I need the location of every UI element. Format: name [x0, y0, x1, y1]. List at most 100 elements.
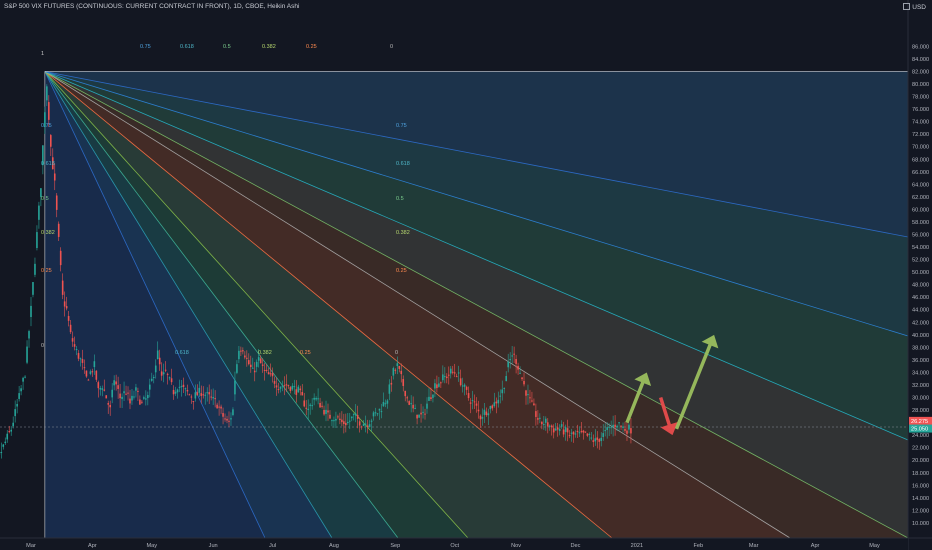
candle-body — [253, 370, 256, 373]
price-tick-label: 38.000 — [912, 345, 929, 351]
candle-body — [91, 371, 94, 373]
candle-body — [249, 364, 252, 368]
currency-selector[interactable]: USD — [903, 3, 926, 11]
candle-body — [248, 360, 250, 365]
fib-label-left: 0 — [41, 343, 44, 349]
candle-body — [505, 376, 507, 382]
candle-body — [89, 371, 92, 374]
candle-body — [333, 420, 335, 422]
price-tick-label: 50.000 — [912, 270, 929, 276]
candle-body — [485, 411, 488, 416]
candle-body — [604, 430, 606, 432]
price-tick-label: 28.000 — [912, 408, 929, 414]
fib-label-left: 0.382 — [41, 230, 55, 236]
candle-body — [521, 377, 523, 380]
price-tick-label: 62.000 — [912, 195, 929, 201]
price-tick-label: 10.000 — [912, 521, 929, 527]
fib-label-mid: 0.5 — [396, 196, 404, 202]
candle-body — [291, 385, 294, 390]
candle-body — [596, 437, 599, 440]
candle-body — [489, 405, 492, 410]
candle-body — [160, 371, 163, 376]
candle-body — [158, 357, 161, 365]
fib-label-inner: 0 — [395, 350, 398, 356]
candle-body — [578, 432, 581, 434]
candle-body — [412, 404, 414, 409]
candle-body — [168, 377, 171, 379]
candle-body — [394, 369, 397, 371]
candle-body — [481, 417, 484, 419]
candle-body — [63, 301, 66, 307]
candle-body — [192, 401, 195, 403]
time-tick-label: 2021 — [631, 543, 643, 549]
candle-body — [323, 409, 325, 415]
candle-body — [616, 425, 618, 428]
candle-body — [166, 373, 169, 375]
candle-body — [257, 357, 260, 361]
candle-body — [121, 396, 123, 400]
candle-body — [172, 389, 175, 395]
candle-body — [162, 372, 165, 375]
candle-body — [396, 363, 399, 367]
candle-body — [263, 369, 266, 371]
candle-body — [350, 416, 353, 419]
candle-body — [111, 389, 113, 398]
price-chart[interactable]: 0.75 0.618 0.5 0.382 0.25 0 0.75 0.618 0.5 0.382 0… — [0, 0, 932, 550]
candle-body — [471, 400, 474, 402]
candle-body — [335, 418, 337, 421]
candle-body — [129, 398, 131, 404]
price-axis[interactable]: 86.000 84.000 82.000 80.000 78.000 76.000 74.0… — [907, 0, 932, 550]
candle-body — [216, 404, 218, 409]
candle-body — [384, 403, 387, 405]
candle-body — [236, 364, 238, 373]
price-tick-label: 70.000 — [912, 145, 929, 151]
candle-body — [277, 389, 280, 391]
candle-body — [562, 429, 565, 435]
price-tick-label: 54.000 — [912, 245, 929, 251]
candle-body — [535, 411, 537, 417]
candle-body — [461, 385, 464, 387]
candle-body — [509, 358, 511, 361]
candle-body — [186, 390, 189, 392]
fib-label-left: 0.618 — [41, 161, 55, 167]
candle-body — [285, 384, 288, 386]
candle-body — [2, 444, 5, 447]
candle-body — [79, 358, 82, 360]
candle-body — [543, 424, 545, 426]
price-tick-label: 46.000 — [912, 295, 929, 301]
candle-body — [493, 402, 496, 407]
candle-body — [275, 385, 278, 388]
candle-body — [299, 388, 302, 391]
candle-body — [402, 379, 405, 386]
time-axis[interactable]: Mar Apr May Jun Jul Aug Sep Oct Nov Dec 2021 Feb Mar… — [0, 537, 932, 550]
candle-body — [238, 350, 240, 360]
candle-body — [418, 414, 420, 418]
candle-body — [206, 392, 209, 394]
candle-body — [382, 401, 385, 407]
candle-body — [477, 409, 480, 412]
candle-body — [194, 392, 197, 399]
candle-body — [475, 403, 478, 406]
candle-body — [356, 414, 359, 419]
candle-body — [347, 421, 349, 424]
fib-label-top: 0.618 — [180, 44, 194, 50]
candle-body — [628, 424, 630, 430]
candle-body — [184, 388, 187, 390]
candle-body — [360, 426, 363, 428]
candle-body — [242, 350, 244, 352]
candle-body — [87, 379, 90, 381]
candle-body — [586, 433, 589, 436]
candle-body — [451, 371, 454, 373]
candle-body — [436, 384, 438, 389]
candle-body — [368, 424, 371, 428]
candle-body — [18, 393, 20, 399]
lock-scale-icon[interactable] — [903, 3, 911, 10]
candle-body — [327, 410, 329, 413]
candle-body — [307, 408, 309, 410]
candle-body — [164, 369, 167, 371]
candle-body — [283, 385, 286, 387]
symbol-title[interactable]: S&P 500 VIX FUTURES (CONTINUOUS: CURRENT… — [4, 3, 299, 10]
candle-body — [220, 406, 222, 409]
candle-body — [73, 344, 76, 347]
candle-body — [309, 404, 311, 406]
